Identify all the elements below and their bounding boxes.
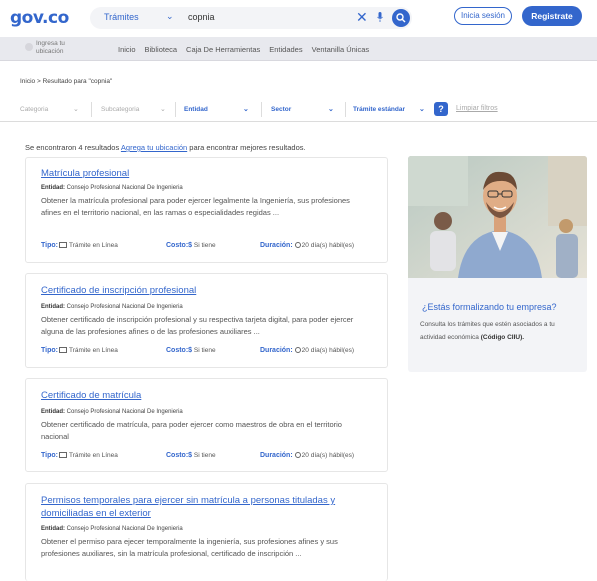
filter-categoria[interactable]: Categoria [20, 106, 48, 113]
monitor-icon [58, 452, 67, 459]
search-icon [396, 13, 406, 23]
result-card: Certificado de inscripción profesional E… [25, 273, 388, 368]
promo-text: Consulta los trámites que estén asociado… [420, 321, 555, 341]
search-bar: Trámites ⌄ copnia ✕ [90, 7, 412, 29]
login-button[interactable]: Inicia sesión [454, 7, 512, 25]
nav-item-entidades[interactable]: Entidades [269, 45, 302, 54]
location-icon[interactable] [25, 43, 33, 51]
clock-icon [294, 347, 301, 354]
result-entity: Entidad: Consejo Profesional Nacional De… [41, 409, 183, 415]
result-description: Obtener certificado de matrícula, para p… [41, 420, 342, 441]
promo-card[interactable]: ¿Estás formalizando tu empresa? Consulta… [408, 156, 587, 372]
result-tipo: Tipo: Trámite en Línea [41, 242, 118, 249]
result-card: Matrícula profesional Entidad: Consejo P… [25, 157, 388, 263]
result-entity: Entidad: Consejo Profesional Nacional De… [41, 304, 183, 310]
close-icon[interactable]: ✕ [356, 9, 368, 26]
divider [261, 102, 262, 117]
chevron-down-icon[interactable]: ⌄ [243, 105, 249, 113]
clock-icon [294, 242, 301, 249]
chevron-down-icon[interactable]: ⌄ [419, 105, 425, 113]
result-costo: Costo:$ Si tiene [166, 242, 216, 249]
result-tipo: Tipo: Trámite en Línea [41, 347, 118, 354]
result-entity: Entidad: Consejo Profesional Nacional De… [41, 526, 183, 532]
result-costo: Costo:$ Si tiene [166, 347, 216, 354]
result-costo: Costo:$ Si tiene [166, 452, 216, 459]
monitor-icon [58, 242, 67, 249]
nav-item-biblioteca[interactable]: Biblioteca [145, 45, 178, 54]
result-duracion: Duración: 20 día(s) hábil(es) [260, 347, 355, 354]
search-button[interactable] [392, 9, 410, 27]
filter-entidad[interactable]: Entidad [184, 106, 208, 113]
filter-bar: Categoria ⌄ Subcategoria ⌄ Entidad ⌄ Sec… [0, 98, 597, 122]
search-category-select[interactable]: Trámites [104, 12, 139, 22]
result-title-link[interactable]: Certificado de inscripción profesional [41, 284, 376, 297]
results-count: Se encontraron 4 resultados Agrega tu ub… [25, 143, 306, 152]
result-card: Certificado de matrícula Entidad: Consej… [25, 378, 388, 472]
result-tipo: Tipo: Trámite en Línea [41, 452, 118, 459]
main-nav: Ingresa tu ubicación Inicio Biblioteca C… [0, 37, 597, 61]
nav-item-caja-herramientas[interactable]: Caja De Herramientas [186, 45, 260, 54]
govco-logo[interactable]: gov.co [10, 8, 69, 28]
nav-item-ventanilla[interactable]: Ventanilla Únicas [312, 45, 370, 54]
result-description: Obtener certificado de inscripción profe… [41, 315, 354, 336]
chevron-down-icon[interactable]: ⌄ [160, 105, 166, 113]
result-description: Obtener la matrícula profesional para po… [41, 196, 350, 217]
filter-subcategoria[interactable]: Subcategoria [101, 106, 139, 113]
divider [175, 102, 176, 117]
result-duracion: Duración: 20 día(s) hábil(es) [260, 242, 355, 249]
result-duracion: Duración: 20 día(s) hábil(es) [260, 452, 355, 459]
chevron-down-icon[interactable]: ⌄ [73, 105, 79, 113]
add-location-link[interactable]: Agrega tu ubicación [121, 143, 187, 152]
clock-icon [294, 452, 301, 459]
divider [91, 102, 92, 117]
clear-filters-link[interactable]: Limpiar filtros [456, 105, 498, 112]
nav-item-inicio[interactable]: Inicio [118, 45, 136, 54]
filter-tramite-estandar[interactable]: Trámite estándar [353, 106, 405, 113]
chevron-down-icon[interactable]: ⌄ [166, 11, 174, 22]
monitor-icon [58, 347, 67, 354]
result-entity: Entidad: Consejo Profesional Nacional De… [41, 185, 183, 191]
result-description: Obtener el permiso para ejecer temporalm… [41, 537, 338, 558]
result-title-link[interactable]: Permisos temporales para ejercer sin mat… [41, 494, 376, 520]
breadcrumb[interactable]: Inicio > Resultado para "copnia" [20, 78, 112, 85]
filter-sector[interactable]: Sector [271, 106, 291, 113]
microphone-icon[interactable] [377, 12, 383, 22]
divider [345, 102, 346, 117]
register-button[interactable]: Registrate [522, 6, 582, 26]
result-card: Permisos temporales para ejercer sin mat… [25, 483, 388, 581]
businessman-photo [408, 156, 587, 278]
result-title-link[interactable]: Matrícula profesional [41, 167, 376, 180]
chevron-down-icon[interactable]: ⌄ [328, 105, 334, 113]
result-title-link[interactable]: Certificado de matrícula [41, 389, 376, 402]
promo-title: ¿Estás formalizando tu empresa? [422, 302, 557, 312]
search-input[interactable]: copnia [188, 12, 215, 22]
location-link[interactable]: Ingresa tu ubicación [36, 40, 76, 56]
help-button[interactable]: ? [434, 102, 448, 116]
header: gov.co Trámites ⌄ copnia ✕ Inicia sesión… [0, 0, 597, 36]
